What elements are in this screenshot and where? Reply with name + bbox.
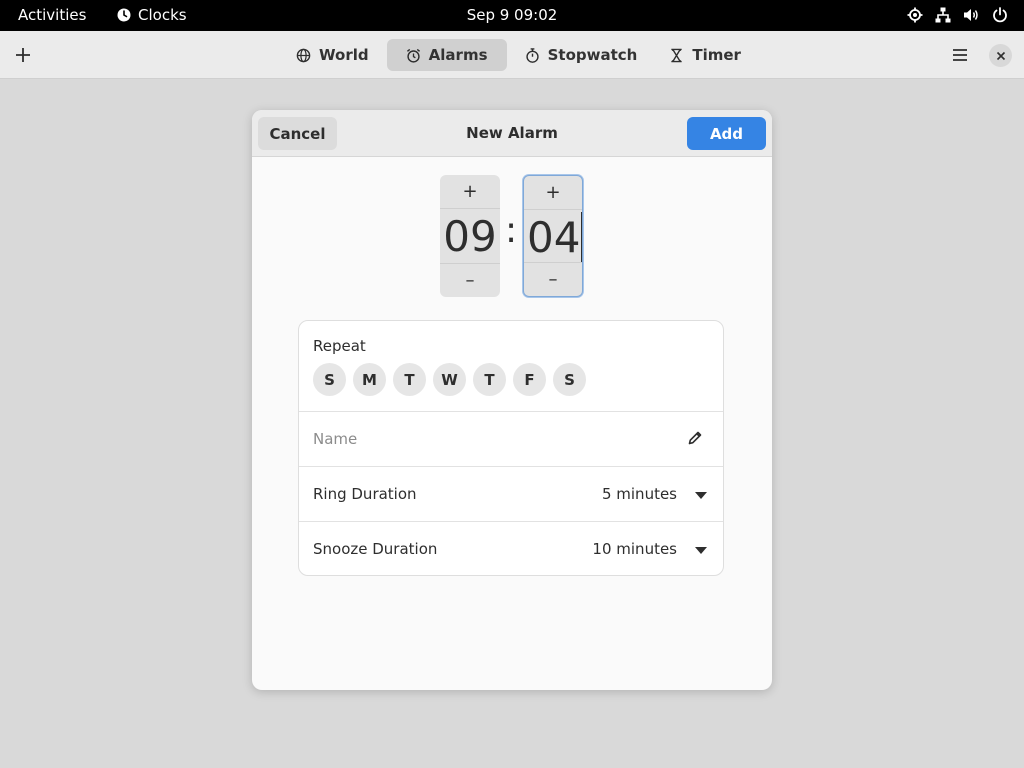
tab-world[interactable]: World [282, 39, 383, 71]
minutes-decrement-button[interactable]: – [524, 262, 582, 296]
ring-duration-value[interactable]: 5 minutes [602, 485, 677, 503]
stopwatch-icon [525, 47, 539, 63]
repeat-days: S M T W T F S [313, 363, 586, 396]
name-input[interactable]: Name [313, 430, 357, 448]
day-toggle-friday[interactable]: F [513, 363, 546, 396]
day-toggle-monday[interactable]: M [353, 363, 386, 396]
time-separator: : [505, 210, 518, 251]
close-icon [996, 51, 1005, 60]
network-icon [935, 7, 951, 23]
pencil-icon [688, 431, 702, 445]
hamburger-menu-icon [953, 49, 967, 61]
alarm-settings-card: Repeat S M T W T F S Name Ring Duration … [298, 320, 724, 576]
snooze-duration-row[interactable]: Snooze Duration 10 minutes [299, 521, 723, 576]
minutes-input[interactable]: 04 [524, 212, 582, 262]
alarm-clock-icon [406, 48, 420, 63]
ring-duration-row[interactable]: Ring Duration 5 minutes [299, 466, 723, 521]
globe-icon [296, 48, 311, 62]
minutes-value: 04 [527, 212, 581, 262]
minutes-spinner: + 04 – [523, 175, 583, 297]
name-row[interactable]: Name [299, 411, 723, 466]
location-icon [907, 7, 923, 23]
tab-label: Timer [692, 46, 741, 64]
hourglass-icon [671, 48, 682, 62]
tab-stopwatch[interactable]: Stopwatch [511, 39, 652, 71]
ring-duration-label: Ring Duration [313, 485, 417, 503]
minutes-increment-button[interactable]: + [524, 176, 582, 210]
dropdown-arrow-icon[interactable] [695, 547, 707, 554]
plus-icon [16, 48, 30, 62]
day-toggle-wednesday[interactable]: W [433, 363, 466, 396]
snooze-duration-label: Snooze Duration [313, 540, 438, 558]
tab-alarms[interactable]: Alarms [386, 39, 507, 71]
power-icon [993, 7, 1007, 23]
add-alarm-button[interactable] [10, 42, 36, 68]
day-toggle-thursday[interactable]: T [473, 363, 506, 396]
repeat-label: Repeat [313, 337, 366, 355]
dropdown-arrow-icon[interactable] [695, 492, 707, 499]
dialog-header: Cancel New Alarm Add [252, 110, 772, 157]
close-window-button[interactable] [989, 44, 1012, 67]
day-toggle-saturday[interactable]: S [553, 363, 586, 396]
view-switcher: World Alarms Stopwatch Timer [282, 39, 755, 71]
hours-spinner: + 09 – [440, 175, 500, 297]
volume-icon [964, 9, 978, 21]
hours-increment-button[interactable]: + [440, 175, 500, 209]
system-tray[interactable] [907, 7, 1008, 23]
tab-timer[interactable]: Timer [655, 39, 755, 71]
datetime-clock[interactable]: Sep 9 09:02 [0, 6, 1024, 24]
day-toggle-sunday[interactable]: S [313, 363, 346, 396]
new-alarm-dialog: Cancel New Alarm Add + 09 – : + 04 – Rep… [252, 110, 772, 690]
tab-label: World [319, 46, 369, 64]
snooze-duration-value[interactable]: 10 minutes [592, 540, 677, 558]
header-bar: World Alarms Stopwatch Timer [0, 31, 1024, 79]
day-toggle-tuesday[interactable]: T [393, 363, 426, 396]
tab-label: Stopwatch [547, 46, 638, 64]
hours-value[interactable]: 09 [440, 211, 500, 261]
top-bar: Activities Clocks Sep 9 09:02 [0, 0, 1024, 31]
text-caret [581, 212, 582, 262]
hours-decrement-button[interactable]: – [440, 263, 500, 297]
main-menu-button[interactable] [948, 43, 972, 67]
tab-label: Alarms [428, 46, 488, 64]
add-button[interactable]: Add [687, 117, 766, 150]
